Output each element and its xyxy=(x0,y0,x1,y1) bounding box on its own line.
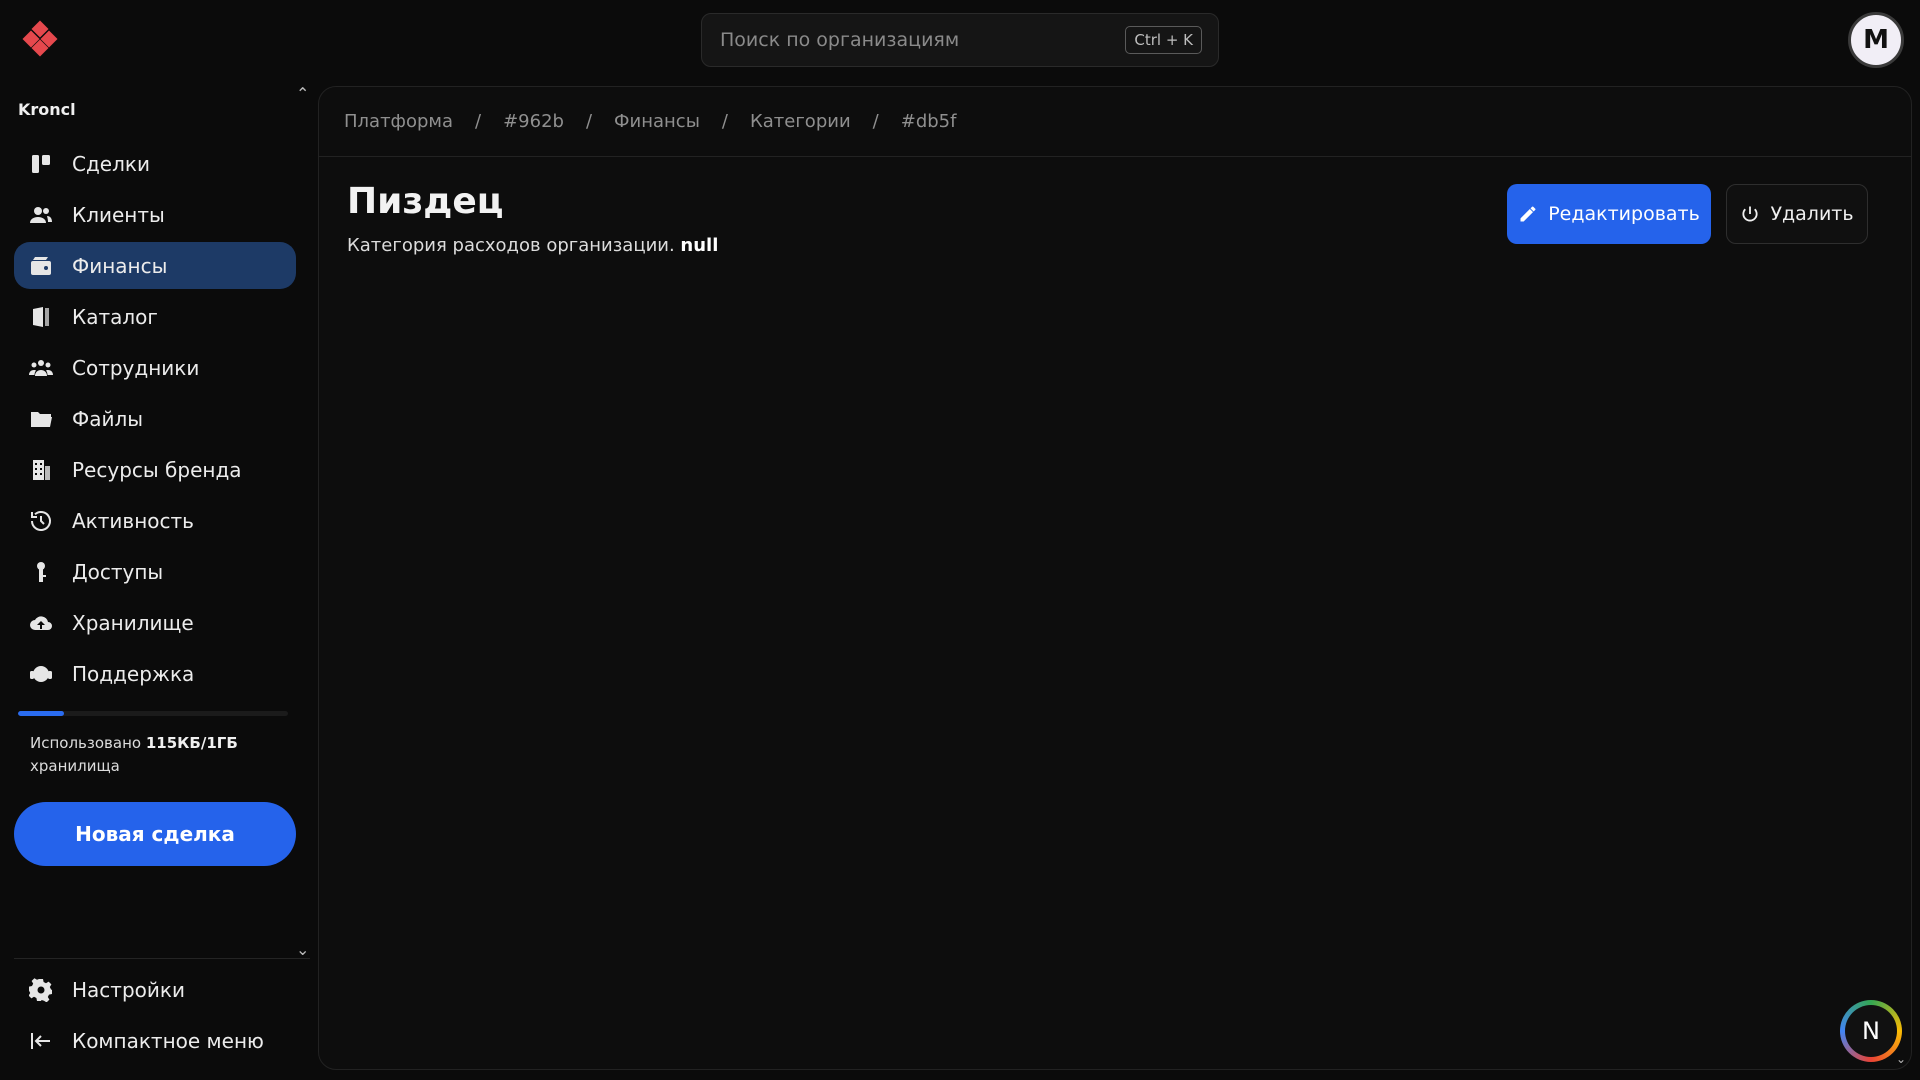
sidebar-item-label: Сделки xyxy=(72,151,150,176)
catalog-icon xyxy=(28,304,54,330)
sidebar-item-finance[interactable]: Финансы xyxy=(14,242,296,289)
collapse-left-icon xyxy=(28,1028,54,1054)
sidebar-item-employees[interactable]: Сотрудники xyxy=(14,344,296,391)
search-bar[interactable]: Ctrl + K xyxy=(701,13,1219,67)
sidebar-item-settings[interactable]: Настройки xyxy=(14,966,296,1013)
pencil-icon xyxy=(1520,206,1536,222)
page-title: Пиздец xyxy=(347,181,504,222)
main-panel: Платформа / #962b / Финансы / Категории … xyxy=(318,86,1912,1070)
sidebar-item-label: Хранилище xyxy=(72,610,194,635)
storage-usage-prefix: Использовано xyxy=(30,734,142,752)
sidebar-item-activity[interactable]: Активность xyxy=(14,497,296,544)
breadcrumb-separator: / xyxy=(585,111,593,132)
chevron-up-icon[interactable]: ⌃ xyxy=(296,84,309,103)
sidebar-item-label: Сотрудники xyxy=(72,355,200,380)
breadcrumb-item-finance[interactable]: Финансы xyxy=(614,111,700,132)
app-root: Ctrl + K M ⌃ Kroncl Сделки Клиенты xyxy=(0,0,1920,1080)
sidebar-item-label: Ресурсы бренда xyxy=(72,457,242,482)
sidebar-item-label: Компактное меню xyxy=(72,1028,264,1053)
breadcrumb-separator: / xyxy=(475,111,482,132)
search-input[interactable] xyxy=(720,29,1126,51)
breadcrumb-item-current: #db5f xyxy=(900,111,957,132)
team-icon xyxy=(28,355,54,381)
breadcrumb-item-categories[interactable]: Категории xyxy=(750,111,851,132)
chevron-down-icon[interactable]: ⌄ xyxy=(296,940,309,959)
page-description-value: null xyxy=(680,235,719,256)
breadcrumb-separator: / xyxy=(872,111,879,132)
edit-button[interactable]: Редактировать xyxy=(1507,184,1711,244)
users-icon xyxy=(28,202,54,228)
sidebar-item-label: Клиенты xyxy=(72,202,165,227)
edit-button-label: Редактировать xyxy=(1548,203,1700,225)
sidebar-item-clients[interactable]: Клиенты xyxy=(14,191,296,238)
assistant-badge-letter: N xyxy=(1845,1005,1897,1057)
organization-name: Kroncl xyxy=(18,100,76,119)
page-description-text: Категория расходов организации. xyxy=(347,235,675,256)
sidebar-item-storage[interactable]: Хранилище xyxy=(14,599,296,646)
building-icon xyxy=(28,457,54,483)
sidebar-nav: Сделки Клиенты Финансы Каталог Сотрудник… xyxy=(14,140,296,701)
cloud-upload-icon xyxy=(28,610,54,636)
storage-progress-fill xyxy=(18,711,64,716)
new-deal-button[interactable]: Новая сделка xyxy=(14,802,296,866)
sidebar-item-label: Поддержка xyxy=(72,661,195,686)
power-icon xyxy=(1742,206,1758,222)
wallet-icon xyxy=(28,253,54,279)
sidebar-item-deals[interactable]: Сделки xyxy=(14,140,296,187)
page-description: Категория расходов организации. null xyxy=(347,235,718,256)
sidebar-item-label: Доступы xyxy=(72,559,164,584)
sidebar-item-label: Каталог xyxy=(72,304,158,329)
sidebar-item-label: Финансы xyxy=(72,253,168,278)
breadcrumb-separator: / xyxy=(721,111,728,132)
breadcrumb-item-platform[interactable]: Платформа xyxy=(344,111,453,132)
search-shortcut-badge: Ctrl + K xyxy=(1125,26,1202,54)
storage-usage-amount: 115КБ/1ГБ xyxy=(145,734,238,752)
gear-icon xyxy=(28,977,54,1003)
sidebar-item-files[interactable]: Файлы xyxy=(14,395,296,442)
kanban-icon xyxy=(28,151,54,177)
delete-button[interactable]: Удалить xyxy=(1726,184,1868,244)
chevron-down-icon[interactable]: ⌄ xyxy=(1896,1052,1906,1066)
user-avatar[interactable]: M xyxy=(1848,12,1904,68)
sidebar-item-label: Файлы xyxy=(72,406,144,431)
sidebar-item-catalog[interactable]: Каталог xyxy=(14,293,296,340)
folder-icon xyxy=(28,406,54,432)
sidebar-bottom-nav: Настройки Компактное меню xyxy=(14,966,296,1068)
logo-icon[interactable] xyxy=(20,20,60,60)
sidebar: ⌃ Kroncl Сделки Клиенты Финансы Каталог … xyxy=(0,80,318,1080)
storage-progress-bar xyxy=(18,711,288,716)
sidebar-item-compact-menu[interactable]: Компактное меню xyxy=(14,1017,296,1064)
sidebar-item-support[interactable]: Поддержка xyxy=(14,650,296,697)
storage-usage-suffix: хранилища xyxy=(30,757,120,775)
breadcrumb-item-organization[interactable]: #962b xyxy=(503,111,564,132)
sidebar-item-access[interactable]: Доступы xyxy=(14,548,296,595)
floating-assistant-button[interactable]: N xyxy=(1840,1000,1902,1062)
sidebar-divider xyxy=(14,958,310,959)
sidebar-item-brand-resources[interactable]: Ресурсы бренда xyxy=(14,446,296,493)
sidebar-item-label: Настройки xyxy=(72,977,185,1002)
delete-button-label: Удалить xyxy=(1770,203,1854,225)
key-icon xyxy=(28,559,54,585)
history-icon xyxy=(28,508,54,534)
sidebar-item-label: Активность xyxy=(72,508,194,533)
headset-icon xyxy=(28,661,54,687)
breadcrumb: Платформа / #962b / Финансы / Категории … xyxy=(319,87,1911,157)
storage-usage-text: Использовано 115КБ/1ГБ хранилища xyxy=(30,732,280,778)
